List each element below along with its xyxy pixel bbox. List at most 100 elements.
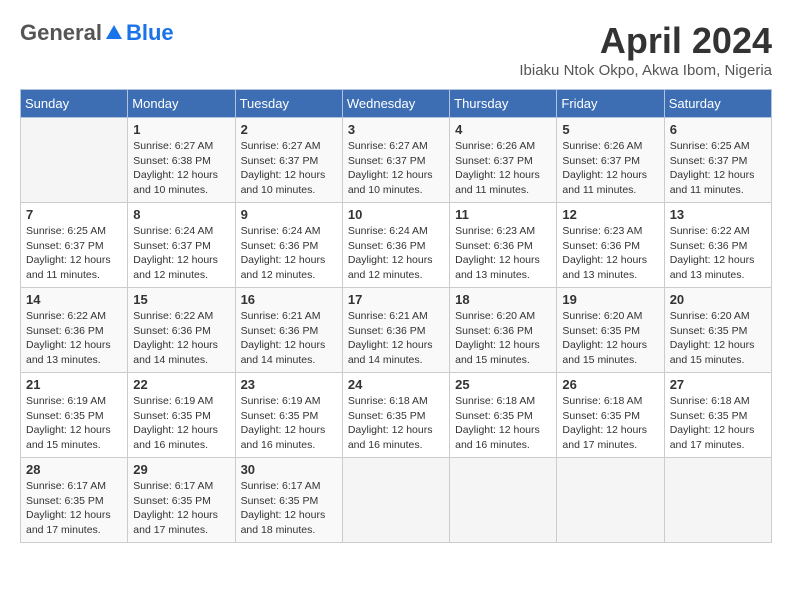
day-number: 5 xyxy=(562,122,658,137)
day-info: Sunrise: 6:23 AM Sunset: 6:36 PM Dayligh… xyxy=(455,224,551,283)
calendar-week-row: 14 Sunrise: 6:22 AM Sunset: 6:36 PM Dayli… xyxy=(21,288,772,373)
day-info: Sunrise: 6:20 AM Sunset: 6:35 PM Dayligh… xyxy=(562,309,658,368)
weekday-header: Sunday xyxy=(21,90,128,118)
calendar-week-row: 21 Sunrise: 6:19 AM Sunset: 6:35 PM Dayli… xyxy=(21,373,772,458)
calendar-cell: 29 Sunrise: 6:17 AM Sunset: 6:35 PM Dayli… xyxy=(128,458,235,543)
calendar-cell: 21 Sunrise: 6:19 AM Sunset: 6:35 PM Dayli… xyxy=(21,373,128,458)
weekday-header: Wednesday xyxy=(342,90,449,118)
calendar-table: SundayMondayTuesdayWednesdayThursdayFrid… xyxy=(20,89,772,543)
day-info: Sunrise: 6:18 AM Sunset: 6:35 PM Dayligh… xyxy=(670,394,766,453)
day-number: 10 xyxy=(348,207,444,222)
calendar-cell: 7Sunrise: 6:25 AM Sunset: 6:37 PM Daylig… xyxy=(21,203,128,288)
calendar-cell: 14 Sunrise: 6:22 AM Sunset: 6:36 PM Dayli… xyxy=(21,288,128,373)
day-number: 24 xyxy=(348,377,444,392)
calendar-cell: 12 Sunrise: 6:23 AM Sunset: 6:36 PM Dayli… xyxy=(557,203,664,288)
calendar-cell: 13 Sunrise: 6:22 AM Sunset: 6:36 PM Dayli… xyxy=(664,203,771,288)
calendar-week-row: 7Sunrise: 6:25 AM Sunset: 6:37 PM Daylig… xyxy=(21,203,772,288)
day-info: Sunrise: 6:23 AM Sunset: 6:36 PM Dayligh… xyxy=(562,224,658,283)
calendar-cell xyxy=(342,458,449,543)
day-info: Sunrise: 6:19 AM Sunset: 6:35 PM Dayligh… xyxy=(26,394,122,453)
day-number: 2 xyxy=(241,122,337,137)
day-info: Sunrise: 6:22 AM Sunset: 6:36 PM Dayligh… xyxy=(133,309,229,368)
day-info: Sunrise: 6:26 AM Sunset: 6:37 PM Dayligh… xyxy=(455,139,551,198)
day-number: 13 xyxy=(670,207,766,222)
day-number: 12 xyxy=(562,207,658,222)
calendar-week-row: 28Sunrise: 6:17 AM Sunset: 6:35 PM Dayli… xyxy=(21,458,772,543)
day-info: Sunrise: 6:27 AM Sunset: 6:37 PM Dayligh… xyxy=(348,139,444,198)
day-number: 1 xyxy=(133,122,229,137)
calendar-cell: 22 Sunrise: 6:19 AM Sunset: 6:35 PM Dayli… xyxy=(128,373,235,458)
day-info: Sunrise: 6:18 AM Sunset: 6:35 PM Dayligh… xyxy=(562,394,658,453)
calendar-cell: 23Sunrise: 6:19 AM Sunset: 6:35 PM Dayli… xyxy=(235,373,342,458)
day-number: 9 xyxy=(241,207,337,222)
day-info: Sunrise: 6:17 AM Sunset: 6:35 PM Dayligh… xyxy=(241,479,337,538)
day-info: Sunrise: 6:20 AM Sunset: 6:35 PM Dayligh… xyxy=(670,309,766,368)
day-number: 8 xyxy=(133,207,229,222)
weekday-header: Tuesday xyxy=(235,90,342,118)
day-info: Sunrise: 6:18 AM Sunset: 6:35 PM Dayligh… xyxy=(455,394,551,453)
day-number: 21 xyxy=(26,377,122,392)
month-title: April 2024 xyxy=(519,20,772,62)
logo-icon xyxy=(104,23,124,43)
day-number: 4 xyxy=(455,122,551,137)
calendar-cell: 19Sunrise: 6:20 AM Sunset: 6:35 PM Dayli… xyxy=(557,288,664,373)
calendar-cell: 28Sunrise: 6:17 AM Sunset: 6:35 PM Dayli… xyxy=(21,458,128,543)
day-number: 6 xyxy=(670,122,766,137)
day-number: 27 xyxy=(670,377,766,392)
calendar-cell: 20 Sunrise: 6:20 AM Sunset: 6:35 PM Dayli… xyxy=(664,288,771,373)
calendar-cell: 30 Sunrise: 6:17 AM Sunset: 6:35 PM Dayli… xyxy=(235,458,342,543)
day-info: Sunrise: 6:20 AM Sunset: 6:36 PM Dayligh… xyxy=(455,309,551,368)
calendar-cell: 5 Sunrise: 6:26 AM Sunset: 6:37 PM Daylig… xyxy=(557,118,664,203)
day-info: Sunrise: 6:19 AM Sunset: 6:35 PM Dayligh… xyxy=(133,394,229,453)
calendar-cell: 4 Sunrise: 6:26 AM Sunset: 6:37 PM Daylig… xyxy=(450,118,557,203)
logo-general: General xyxy=(20,20,102,46)
day-number: 25 xyxy=(455,377,551,392)
calendar-week-row: 1 Sunrise: 6:27 AM Sunset: 6:38 PM Daylig… xyxy=(21,118,772,203)
calendar-cell xyxy=(664,458,771,543)
logo: General Blue xyxy=(20,20,174,46)
calendar-cell: 1 Sunrise: 6:27 AM Sunset: 6:38 PM Daylig… xyxy=(128,118,235,203)
page-header: General Blue April 2024 Ibiaku Ntok Okpo… xyxy=(20,20,772,79)
day-number: 22 xyxy=(133,377,229,392)
day-number: 11 xyxy=(455,207,551,222)
day-info: Sunrise: 6:24 AM Sunset: 6:36 PM Dayligh… xyxy=(241,224,337,283)
logo-blue: Blue xyxy=(126,20,174,46)
location: Ibiaku Ntok Okpo, Akwa Ibom, Nigeria xyxy=(519,62,772,79)
title-block: April 2024 Ibiaku Ntok Okpo, Akwa Ibom, … xyxy=(519,20,772,79)
day-info: Sunrise: 6:22 AM Sunset: 6:36 PM Dayligh… xyxy=(26,309,122,368)
day-number: 20 xyxy=(670,292,766,307)
day-info: Sunrise: 6:27 AM Sunset: 6:38 PM Dayligh… xyxy=(133,139,229,198)
weekday-header: Thursday xyxy=(450,90,557,118)
calendar-cell: 16 Sunrise: 6:21 AM Sunset: 6:36 PM Dayli… xyxy=(235,288,342,373)
calendar-cell: 2 Sunrise: 6:27 AM Sunset: 6:37 PM Daylig… xyxy=(235,118,342,203)
day-info: Sunrise: 6:19 AM Sunset: 6:35 PM Dayligh… xyxy=(241,394,337,453)
day-info: Sunrise: 6:22 AM Sunset: 6:36 PM Dayligh… xyxy=(670,224,766,283)
calendar-cell: 15Sunrise: 6:22 AM Sunset: 6:36 PM Dayli… xyxy=(128,288,235,373)
calendar-cell: 26 Sunrise: 6:18 AM Sunset: 6:35 PM Dayli… xyxy=(557,373,664,458)
day-info: Sunrise: 6:25 AM Sunset: 6:37 PM Dayligh… xyxy=(670,139,766,198)
day-number: 26 xyxy=(562,377,658,392)
day-info: Sunrise: 6:27 AM Sunset: 6:37 PM Dayligh… xyxy=(241,139,337,198)
day-number: 3 xyxy=(348,122,444,137)
calendar-cell: 27 Sunrise: 6:18 AM Sunset: 6:35 PM Dayli… xyxy=(664,373,771,458)
calendar-cell: 3 Sunrise: 6:27 AM Sunset: 6:37 PM Daylig… xyxy=(342,118,449,203)
day-info: Sunrise: 6:24 AM Sunset: 6:37 PM Dayligh… xyxy=(133,224,229,283)
day-info: Sunrise: 6:17 AM Sunset: 6:35 PM Dayligh… xyxy=(26,479,122,538)
day-number: 29 xyxy=(133,462,229,477)
calendar-cell: 10Sunrise: 6:24 AM Sunset: 6:36 PM Dayli… xyxy=(342,203,449,288)
calendar-cell: 9 Sunrise: 6:24 AM Sunset: 6:36 PM Daylig… xyxy=(235,203,342,288)
calendar-cell: 11 Sunrise: 6:23 AM Sunset: 6:36 PM Dayli… xyxy=(450,203,557,288)
day-number: 16 xyxy=(241,292,337,307)
day-number: 14 xyxy=(26,292,122,307)
day-info: Sunrise: 6:21 AM Sunset: 6:36 PM Dayligh… xyxy=(241,309,337,368)
day-number: 30 xyxy=(241,462,337,477)
calendar-cell xyxy=(557,458,664,543)
day-number: 18 xyxy=(455,292,551,307)
calendar-cell: 25 Sunrise: 6:18 AM Sunset: 6:35 PM Dayli… xyxy=(450,373,557,458)
day-info: Sunrise: 6:26 AM Sunset: 6:37 PM Dayligh… xyxy=(562,139,658,198)
day-info: Sunrise: 6:18 AM Sunset: 6:35 PM Dayligh… xyxy=(348,394,444,453)
weekday-header: Saturday xyxy=(664,90,771,118)
day-info: Sunrise: 6:17 AM Sunset: 6:35 PM Dayligh… xyxy=(133,479,229,538)
weekday-header: Friday xyxy=(557,90,664,118)
calendar-cell xyxy=(21,118,128,203)
